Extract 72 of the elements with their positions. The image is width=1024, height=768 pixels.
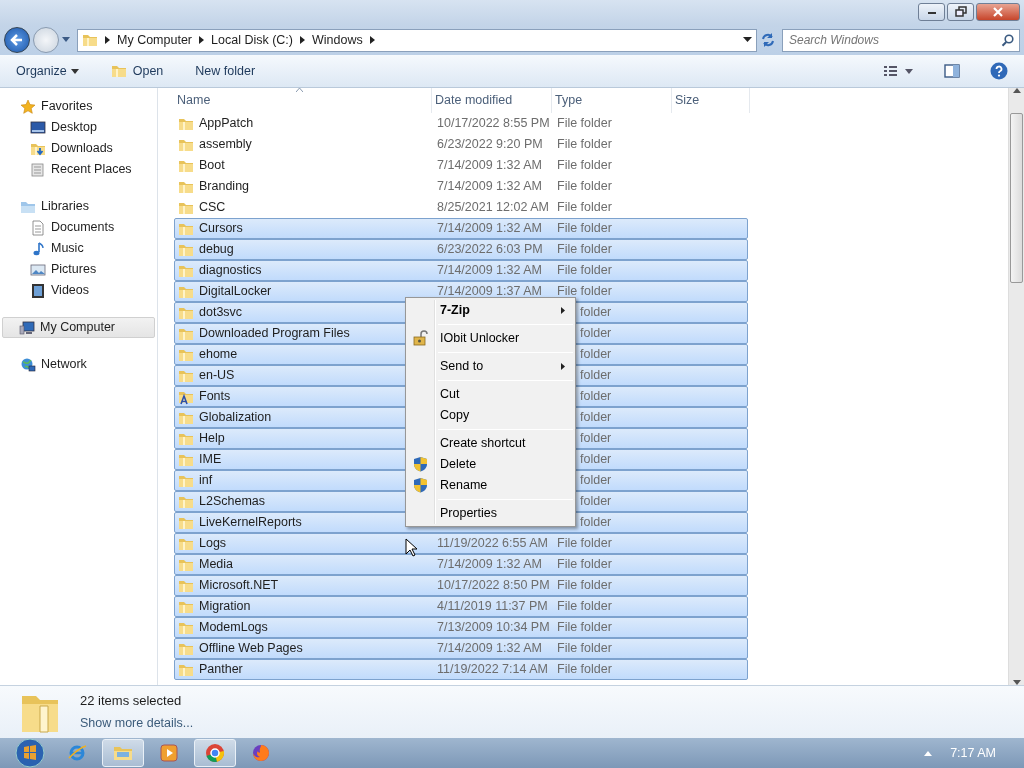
- file-name: Panther: [199, 661, 243, 679]
- file-type: File folder: [557, 221, 612, 236]
- file-name: CSC: [199, 199, 226, 217]
- file-type: folder: [580, 347, 612, 362]
- date-modified: 7/14/2009 1:32 AM: [437, 263, 542, 278]
- file-type: folder: [580, 515, 612, 530]
- file-name: DigitalLocker: [199, 283, 272, 301]
- file-type: File folder: [557, 662, 612, 677]
- file-type: File folder: [557, 557, 612, 572]
- file-type: File folder: [557, 263, 612, 278]
- file-type: folder: [580, 305, 612, 320]
- file-type: File folder: [557, 536, 612, 551]
- file-type: folder: [580, 452, 612, 467]
- file-name: en-US: [199, 367, 235, 385]
- file-type: File folder: [557, 599, 612, 614]
- file-name: IME: [199, 451, 222, 469]
- date-modified: 11/19/2022 7:14 AM: [437, 662, 548, 677]
- file-name: Help: [199, 430, 225, 448]
- date-modified: 10/17/2022 8:50 PM: [437, 578, 550, 593]
- file-name: Logs: [199, 535, 227, 553]
- file-name: Offline Web Pages: [199, 640, 303, 658]
- date-modified: 8/25/2021 12:02 AM: [437, 200, 549, 215]
- file-type: File folder: [557, 578, 612, 593]
- file-type: File folder: [557, 179, 612, 194]
- file-name: Fonts: [199, 388, 231, 406]
- file-type: File folder: [557, 116, 612, 131]
- file-type: folder: [580, 410, 612, 425]
- file-type: folder: [580, 473, 612, 488]
- file-type: File folder: [557, 137, 612, 152]
- date-modified: 6/23/2022 9:20 PM: [437, 137, 543, 152]
- file-type: folder: [580, 494, 612, 509]
- date-modified: 4/11/2019 11:37 PM: [437, 599, 548, 614]
- file-type: File folder: [557, 284, 612, 299]
- file-name: AppPatch: [199, 115, 254, 133]
- file-name: Microsoft.NET: [199, 577, 279, 595]
- file-type: File folder: [557, 641, 612, 656]
- date-modified: 7/14/2009 1:32 AM: [437, 221, 542, 236]
- file-name: inf: [199, 472, 213, 490]
- file-name: Downloaded Program Files: [199, 325, 350, 343]
- file-name: Media: [199, 556, 234, 574]
- file-name: ModemLogs: [199, 619, 268, 637]
- file-type: File folder: [557, 200, 612, 215]
- file-name: ehome: [199, 346, 238, 364]
- file-type: folder: [580, 431, 612, 446]
- date-modified: 11/19/2022 6:55 AM: [437, 536, 548, 551]
- date-modified: 7/13/2009 10:34 PM: [437, 620, 550, 635]
- file-name: debug: [199, 241, 234, 259]
- date-modified: 10/17/2022 8:55 PM: [437, 116, 550, 131]
- date-modified: 7/14/2009 1:32 AM: [437, 158, 542, 173]
- file-type: File folder: [557, 242, 612, 257]
- file-name: L2Schemas: [199, 493, 265, 511]
- file-type: folder: [580, 368, 612, 383]
- date-modified: 6/23/2022 6:03 PM: [437, 242, 543, 257]
- file-name: Migration: [199, 598, 251, 616]
- file-name: Cursors: [199, 220, 243, 238]
- date-modified: 7/14/2009 1:37 AM: [437, 284, 542, 299]
- file-name: Boot: [199, 157, 225, 175]
- file-type: File folder: [557, 158, 612, 173]
- date-modified: 7/14/2009 1:32 AM: [437, 557, 542, 572]
- selection-count: 22 items selected: [80, 692, 183, 711]
- file-name: dot3svc: [199, 304, 243, 322]
- file-name: assembly: [199, 136, 252, 154]
- file-name: diagnostics: [199, 262, 262, 280]
- file-name: Branding: [199, 178, 250, 196]
- file-type: folder: [580, 326, 612, 341]
- file-type: folder: [580, 389, 612, 404]
- date-modified: 7/14/2009 1:32 AM: [437, 641, 542, 656]
- clock: 7:17 AM: [950, 744, 996, 762]
- file-name: LiveKernelReports: [199, 514, 302, 532]
- date-modified: 7/14/2009 1:32 AM: [437, 179, 542, 194]
- file-type: File folder: [557, 620, 612, 635]
- file-name: Globalization: [199, 409, 272, 427]
